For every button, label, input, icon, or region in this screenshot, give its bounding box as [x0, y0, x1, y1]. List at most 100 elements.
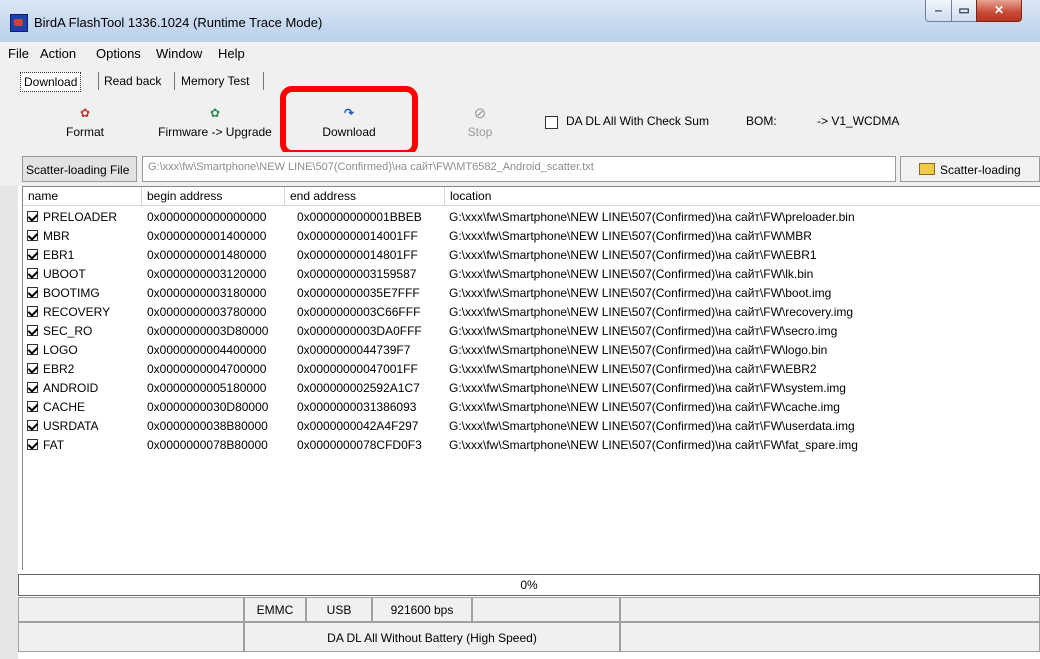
table-row[interactable]: UBOOT 0x0000000003120000 0x000000000315958…: [23, 266, 1040, 283]
partition-name: UBOOT: [43, 267, 86, 281]
table-row[interactable]: EBR2 0x0000000004700000 0x00000000047001FF…: [23, 361, 1040, 378]
partition-begin-address: 0x0000000030D80000: [147, 400, 269, 414]
table-row[interactable]: FAT 0x0000000078B80000 0x0000000078CFD0F3 G…: [23, 437, 1040, 454]
partition-name: CACHE: [43, 400, 86, 414]
firmware-upgrade-icon: ✿: [209, 106, 221, 120]
partition-location: G:\xxx\fw\Smartphone\NEW LINE\507(Confir…: [449, 438, 858, 452]
partition-name: FAT: [43, 438, 65, 452]
partition-checkbox[interactable]: [27, 325, 38, 336]
table-row[interactable]: PRELOADER 0x0000000000000000 0x00000000000…: [23, 209, 1040, 226]
partition-name: USRDATA: [43, 419, 99, 433]
status-cell-empty: [18, 622, 244, 652]
partition-end-address: 0x00000000047001FF: [297, 362, 418, 376]
partition-checkbox[interactable]: [27, 363, 38, 374]
firmware-upgrade-label: Firmware -> Upgrade: [158, 125, 272, 139]
partition-checkbox[interactable]: [27, 420, 38, 431]
table-row[interactable]: CACHE 0x0000000030D80000 0x000000003138609…: [23, 399, 1040, 416]
menu-help[interactable]: Help: [218, 46, 245, 61]
partition-end-address: 0x00000000014801FF: [297, 248, 418, 262]
partition-name: ANDROID: [43, 381, 99, 395]
partition-checkbox[interactable]: [27, 211, 38, 222]
status-cell-empty: [18, 597, 244, 622]
partition-name: EBR1: [43, 248, 75, 262]
download-highlight-box: [280, 86, 418, 156]
scatter-path-field[interactable]: G:\xxx\fw\Smartphone\NEW LINE\507(Confir…: [142, 156, 896, 182]
window-title: BirdA FlashTool 1336.1024 (Runtime Trace…: [34, 15, 323, 30]
partition-location: G:\xxx\fw\Smartphone\NEW LINE\507(Confir…: [449, 324, 838, 338]
menu-window[interactable]: Window: [156, 46, 202, 61]
table-row[interactable]: ANDROID 0x0000000005180000 0x000000002592A…: [23, 380, 1040, 397]
partition-location: G:\xxx\fw\Smartphone\NEW LINE\507(Confir…: [449, 381, 846, 395]
partition-checkbox[interactable]: [27, 287, 38, 298]
minimize-button[interactable]: ‒: [925, 0, 952, 22]
partition-end-address: 0x0000000078CFD0F3: [297, 438, 422, 452]
table-row[interactable]: SEC_RO 0x0000000003D80000 0x0000000003DA0F…: [23, 323, 1040, 340]
table-row[interactable]: MBR 0x0000000001400000 0x00000000014001FF G…: [23, 228, 1040, 245]
partition-location: G:\xxx\fw\Smartphone\NEW LINE\507(Confir…: [449, 248, 817, 262]
partition-begin-address: 0x0000000000000000: [147, 210, 267, 224]
partition-begin-address: 0x0000000001480000: [147, 248, 267, 262]
partition-checkbox[interactable]: [27, 344, 38, 355]
status-baud: 921600 bps: [372, 597, 472, 622]
status-cell-empty: [472, 597, 620, 622]
format-icon: ✿: [79, 106, 91, 120]
maximize-button[interactable]: ▭: [951, 0, 977, 22]
stop-label: Stop: [467, 125, 493, 139]
format-button[interactable]: ✿ Format: [50, 96, 120, 152]
stop-button[interactable]: ⊘ Stop: [450, 96, 510, 152]
header-end-address[interactable]: end address: [285, 187, 445, 205]
partition-location: G:\xxx\fw\Smartphone\NEW LINE\507(Confir…: [449, 362, 817, 376]
partition-end-address: 0x00000000035E7FFF: [297, 286, 420, 300]
tab-read-back[interactable]: Read back: [101, 72, 164, 90]
menu-file[interactable]: File: [8, 46, 29, 61]
header-location[interactable]: location: [445, 187, 1040, 205]
progress-bar: 0%: [18, 574, 1040, 596]
partition-location: G:\xxx\fw\Smartphone\NEW LINE\507(Confir…: [449, 305, 854, 319]
partition-end-address: 0x000000000001BBEB: [297, 210, 422, 224]
tab-separator: [263, 72, 264, 90]
menu-options[interactable]: Options: [96, 46, 141, 61]
menu-action[interactable]: Action: [40, 46, 76, 61]
partition-checkbox[interactable]: [27, 249, 38, 260]
partition-end-address: 0x0000000003159587: [297, 267, 417, 281]
firmware-upgrade-button[interactable]: ✿ Firmware -> Upgrade: [150, 96, 280, 152]
bom-label: BOM:: [746, 114, 777, 128]
header-name[interactable]: name: [23, 187, 142, 205]
partition-location: G:\xxx\fw\Smartphone\NEW LINE\507(Confir…: [449, 267, 814, 281]
table-row[interactable]: RECOVERY 0x0000000003780000 0x0000000003C6…: [23, 304, 1040, 321]
partition-checkbox[interactable]: [27, 268, 38, 279]
partition-checkbox[interactable]: [27, 306, 38, 317]
bom-value: -> V1_WCDMA: [817, 114, 900, 128]
format-label: Format: [65, 125, 104, 139]
list-header: name begin address end address location: [23, 187, 1040, 206]
table-row[interactable]: LOGO 0x0000000004400000 0x0000000044739F7 G…: [23, 342, 1040, 359]
table-row[interactable]: BOOTIMG 0x0000000003180000 0x00000000035E7…: [23, 285, 1040, 302]
scatter-loading-button[interactable]: Scatter-loading: [900, 156, 1040, 182]
table-row[interactable]: EBR1 0x0000000001480000 0x00000000014801FF…: [23, 247, 1040, 264]
tab-memory-test[interactable]: Memory Test: [178, 72, 252, 90]
partition-end-address: 0x0000000003DA0FFF: [297, 324, 422, 338]
status-port: USB: [306, 597, 372, 622]
table-row[interactable]: USRDATA 0x0000000038B80000 0x0000000042A4F…: [23, 418, 1040, 435]
partition-location: G:\xxx\fw\Smartphone\NEW LINE\507(Confir…: [449, 210, 855, 224]
partition-checkbox[interactable]: [27, 439, 38, 450]
status-mode: DA DL All Without Battery (High Speed): [244, 622, 620, 652]
partition-end-address: 0x0000000031386093: [297, 400, 417, 414]
partition-checkbox[interactable]: [27, 230, 38, 241]
close-button[interactable]: ✕: [976, 0, 1022, 22]
checksum-checkbox[interactable]: [545, 116, 558, 129]
tab-download[interactable]: Download: [20, 72, 82, 92]
stop-icon: ⊘: [473, 105, 487, 122]
partition-begin-address: 0x0000000038B80000: [147, 419, 268, 433]
partition-checkbox[interactable]: [27, 382, 38, 393]
app-icon: [10, 14, 28, 32]
partition-name: MBR: [43, 229, 70, 243]
partition-name: EBR2: [43, 362, 75, 376]
partition-end-address: 0x00000000014001FF: [297, 229, 418, 243]
header-begin-address[interactable]: begin address: [142, 187, 285, 205]
partition-checkbox[interactable]: [27, 401, 38, 412]
partition-begin-address: 0x0000000001400000: [147, 229, 267, 243]
partition-location: G:\xxx\fw\Smartphone\NEW LINE\507(Confir…: [449, 229, 812, 243]
partition-begin-address: 0x0000000003180000: [147, 286, 267, 300]
checksum-label: DA DL All With Check Sum: [566, 114, 709, 128]
